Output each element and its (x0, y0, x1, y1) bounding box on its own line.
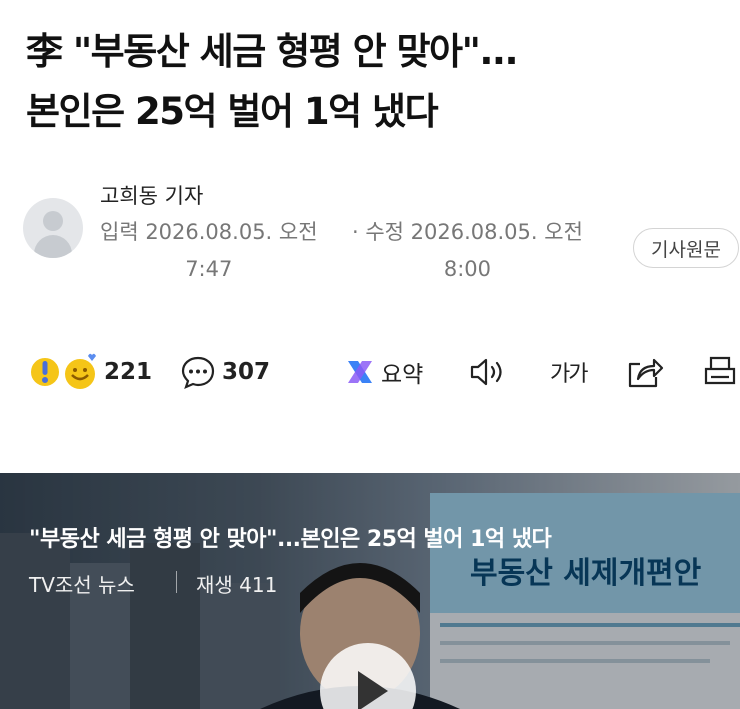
article-toolbar: 221 307 요약 가가 (0, 348, 740, 396)
reporter-name[interactable]: 고희동 기자 (100, 180, 203, 210)
font-size-button[interactable]: 가가 (550, 348, 589, 396)
comments-button[interactable]: 307 (180, 348, 270, 396)
avatar-head-shape (43, 211, 63, 231)
input-date: 입력 2026.08.05. 오전 7:47 (100, 214, 318, 288)
share-icon (628, 358, 664, 388)
comments-count: 307 (222, 359, 271, 385)
print-button[interactable] (702, 348, 738, 396)
input-date-label: 입력 2026.08.05. 오전 (100, 220, 318, 244)
avatar-body-shape (34, 235, 72, 258)
input-date-time: 7:47 (185, 257, 233, 281)
edit-date: · 수정 2026.08.05. 오전 8:00 (352, 214, 583, 288)
video-play-count: 재생 411 (196, 573, 278, 597)
video-meta-divider (176, 571, 177, 593)
video-source: TV조선 뉴스 (29, 573, 135, 597)
reactions-button[interactable]: 221 (30, 348, 152, 396)
reaction-emoji-icon (30, 353, 96, 389)
comment-bubble-icon (181, 356, 215, 389)
reporter-avatar[interactable] (23, 198, 83, 258)
original-article-button[interactable]: 기사원문 (633, 228, 739, 268)
reactions-count: 221 (104, 359, 153, 385)
video-player[interactable]: 부동산 세제개편안 "부동산 세금 형평 안 맞아"...본인은 25억 벌어 … (0, 473, 740, 709)
print-icon (704, 356, 736, 385)
summary-button[interactable]: 요약 (345, 348, 423, 396)
speaker-icon (470, 358, 502, 386)
edit-date-label: · 수정 2026.08.05. 오전 (352, 220, 583, 244)
summary-label: 요약 (381, 362, 424, 388)
headline-line-2: 본인은 25억 벌어 1억 냈다 (26, 90, 439, 133)
share-button[interactable] (626, 348, 664, 396)
listen-button[interactable] (468, 348, 508, 396)
font-size-label: 가가 (550, 362, 589, 387)
video-title: "부동산 세금 형평 안 맞아"...본인은 25억 벌어 1억 냈다 (29, 527, 552, 552)
headline: 李 "부동산 세금 형평 안 맞아"... 본인은 25억 벌어 1억 냈다 (26, 22, 726, 142)
play-icon (358, 671, 388, 709)
edit-date-time: 8:00 (443, 257, 492, 281)
headline-line-1: 李 "부동산 세금 형평 안 맞아"... (26, 30, 519, 73)
ai-summary-icon (348, 361, 372, 383)
